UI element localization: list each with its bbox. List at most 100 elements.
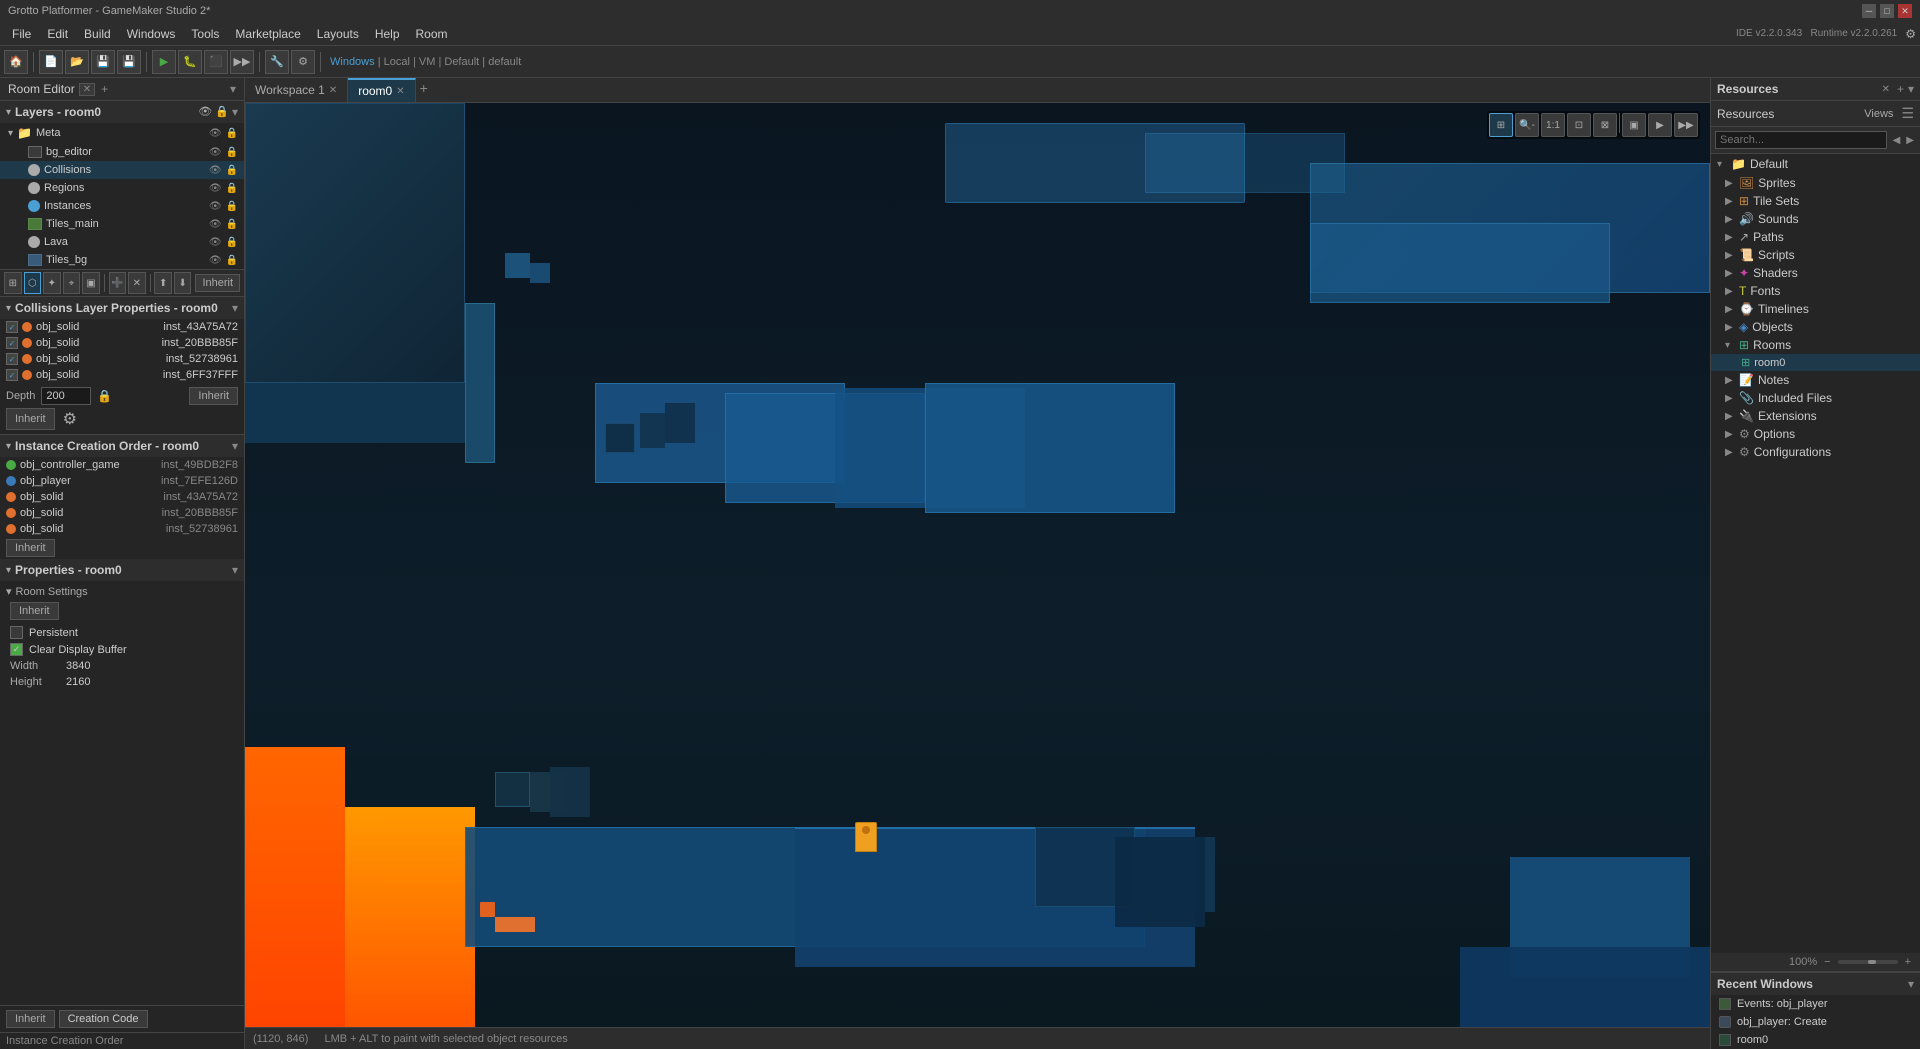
recent-events-obj-player[interactable]: Events: obj_player <box>1711 995 1920 1013</box>
menu-layouts[interactable]: Layouts <box>309 25 367 43</box>
ico-item-1[interactable]: obj_controller_game inst_49BDB2F8 <box>0 457 244 473</box>
rt-sounds-header[interactable]: ▶ 🔊 Sounds <box>1711 210 1920 228</box>
run-button[interactable]: ▶▶ <box>230 50 254 74</box>
rt-objects-header[interactable]: ▶ ◈ Objects <box>1711 318 1920 336</box>
layer-meta[interactable]: ▾ 📁 Meta 👁 🔒 <box>0 123 244 143</box>
depth-inherit-button-2[interactable]: Inherit <box>6 408 55 430</box>
tab-workspace1[interactable]: Workspace 1 ✕ <box>245 78 348 102</box>
zoom-slider[interactable] <box>1838 960 1898 964</box>
ico-item-2[interactable]: obj_player inst_7EFE126D <box>0 473 244 489</box>
vm-target[interactable]: VM <box>419 56 436 68</box>
layer-inherit-button[interactable]: Inherit <box>195 274 240 292</box>
menu-windows[interactable]: Windows <box>119 25 184 43</box>
bg-editor-vis-icon[interactable]: 👁 <box>209 147 222 158</box>
rt-fonts-header[interactable]: ▶ T Fonts <box>1711 282 1920 300</box>
rt-rooms-header[interactable]: ▾ ⊞ Rooms <box>1711 336 1920 354</box>
new-button[interactable]: 📄 <box>39 50 63 74</box>
rt-options-header[interactable]: ▶ ⚙ Options <box>1711 425 1920 443</box>
default-target[interactable]: Default <box>444 56 479 68</box>
views-button[interactable]: Views <box>1860 106 1897 122</box>
local-target[interactable]: Local <box>384 56 410 68</box>
rt-shaders-header[interactable]: ▶ ✦ Shaders <box>1711 264 1920 282</box>
ico-collapse[interactable]: ▾ <box>232 439 238 453</box>
canvas-grid-toggle[interactable]: ⊞ <box>1489 113 1513 137</box>
layer-collisions[interactable]: Collisions 👁 🔒 <box>0 161 244 179</box>
lt-btn-4[interactable]: ⌖ <box>63 272 81 294</box>
lava-vis-icon[interactable]: 👁 <box>209 237 222 248</box>
collision-check-1[interactable]: ✓ <box>6 321 18 333</box>
menu-help[interactable]: Help <box>367 25 408 43</box>
canvas-zoom-fit2[interactable]: ⊠ <box>1593 113 1617 137</box>
instances-vis-icon[interactable]: 👁 <box>209 201 222 212</box>
props-collapse[interactable]: ▾ <box>232 563 238 577</box>
tiles-main-vis-icon[interactable]: 👁 <box>209 219 222 230</box>
ico-expand-icon[interactable]: ▾ <box>6 441 11 452</box>
depth-input[interactable] <box>41 387 91 405</box>
collisions-collapse[interactable]: ▾ <box>232 301 238 315</box>
room-editor-add[interactable]: + <box>101 82 108 96</box>
menu-build[interactable]: Build <box>76 25 119 43</box>
instances-lock-icon[interactable]: 🔒 <box>226 201 238 212</box>
zoom-plus[interactable]: + <box>1902 955 1914 969</box>
rt-timelines-header[interactable]: ▶ ⌚ Timelines <box>1711 300 1920 318</box>
props-expand-icon[interactable]: ▾ <box>6 565 11 576</box>
canvas-play[interactable]: ▶ <box>1648 113 1672 137</box>
layer-tiles-bg[interactable]: Tiles_bg 👁 🔒 <box>0 251 244 269</box>
menu-room[interactable]: Room <box>408 25 456 43</box>
ico-item-4[interactable]: obj_solid inst_20BBB85F <box>0 505 244 521</box>
resource-search-input[interactable] <box>1715 131 1887 149</box>
meta-vis-icon[interactable]: 👁 <box>209 128 222 139</box>
tiles-bg-vis-icon[interactable]: 👁 <box>209 255 222 266</box>
depth-lock-icon[interactable]: 🔒 <box>97 389 112 403</box>
collision-check-3[interactable]: ✓ <box>6 353 18 365</box>
clear-display-checkbox[interactable]: ✓ <box>10 643 23 656</box>
lt-btn-8[interactable]: ⬆ <box>154 272 172 294</box>
rt-included-files-header[interactable]: ▶ 📎 Included Files <box>1711 389 1920 407</box>
layer-tiles-main[interactable]: Tiles_main 👁 🔒 <box>0 215 244 233</box>
open-button[interactable]: 📂 <box>65 50 89 74</box>
resources-close[interactable]: ✕ <box>1879 83 1893 96</box>
lava-lock-icon[interactable]: 🔒 <box>226 237 238 248</box>
layer-regions[interactable]: Regions 👁 🔒 <box>0 179 244 197</box>
search-next[interactable]: ▶ <box>1904 133 1916 148</box>
canvas-next[interactable]: ▶▶ <box>1674 113 1698 137</box>
recent-room0[interactable]: room0 <box>1711 1031 1920 1049</box>
settings-button[interactable]: ⚙ <box>291 50 315 74</box>
clean-button[interactable]: 🔧 <box>265 50 289 74</box>
canvas-zoom-fit[interactable]: ⊡ <box>1567 113 1591 137</box>
canvas-zoom-out[interactable]: 🔍- <box>1515 113 1539 137</box>
regions-vis-icon[interactable]: 👁 <box>209 183 222 194</box>
rt-sprites-header[interactable]: ▶ 🖼 Sprites <box>1711 174 1920 192</box>
workspace1-close[interactable]: ✕ <box>329 85 337 96</box>
collision-item-3[interactable]: ✓ obj_solid inst_52738961 <box>0 351 244 367</box>
settings-icon[interactable]: ⚙ <box>1905 27 1916 41</box>
bg-editor-lock-icon[interactable]: 🔒 <box>226 147 238 158</box>
zoom-minus[interactable]: − <box>1821 955 1833 969</box>
collision-check-2[interactable]: ✓ <box>6 337 18 349</box>
layers-expand-icon[interactable]: ▾ <box>6 107 11 118</box>
ico-item-3[interactable]: obj_solid inst_43A75A72 <box>0 489 244 505</box>
lt-btn-5[interactable]: ▣ <box>82 272 100 294</box>
maximize-button[interactable]: □ <box>1880 4 1894 18</box>
room-editor-close[interactable]: ✕ <box>79 83 95 96</box>
ico-item-5[interactable]: obj_solid inst_52738961 <box>0 521 244 537</box>
close-button[interactable]: ✕ <box>1898 4 1912 18</box>
layers-lock-icon[interactable]: 🔒 <box>215 105 229 119</box>
rt-configurations-header[interactable]: ▶ ⚙ Configurations <box>1711 443 1920 461</box>
meta-lock-icon[interactable]: 🔒 <box>226 128 238 139</box>
layers-eye-icon[interactable]: 👁 <box>198 105 212 119</box>
lt-btn-3[interactable]: ✦ <box>43 272 61 294</box>
canvas-area[interactable]: ⊞ 🔍- 1:1 ⊡ ⊠ ▣ ▶ ▶▶ <box>245 103 1710 1027</box>
play-button[interactable]: ▶ <box>152 50 176 74</box>
tiles-main-lock-icon[interactable]: 🔒 <box>226 219 238 230</box>
layer-lava[interactable]: Lava 👁 🔒 <box>0 233 244 251</box>
canvas-fill[interactable]: ▣ <box>1622 113 1646 137</box>
collisions-header-expand[interactable]: ▾ <box>6 303 11 314</box>
ico-inherit-button[interactable]: Inherit <box>6 539 55 557</box>
props-inherit-bottom[interactable]: Inherit <box>6 1010 55 1028</box>
save-button[interactable]: 💾 <box>91 50 115 74</box>
collisions-lock-icon[interactable]: 🔒 <box>226 165 238 176</box>
stop-button[interactable]: ⬛ <box>204 50 228 74</box>
lt-btn-9[interactable]: ⬇ <box>174 272 192 294</box>
props-inherit-button[interactable]: Inherit <box>10 602 59 620</box>
